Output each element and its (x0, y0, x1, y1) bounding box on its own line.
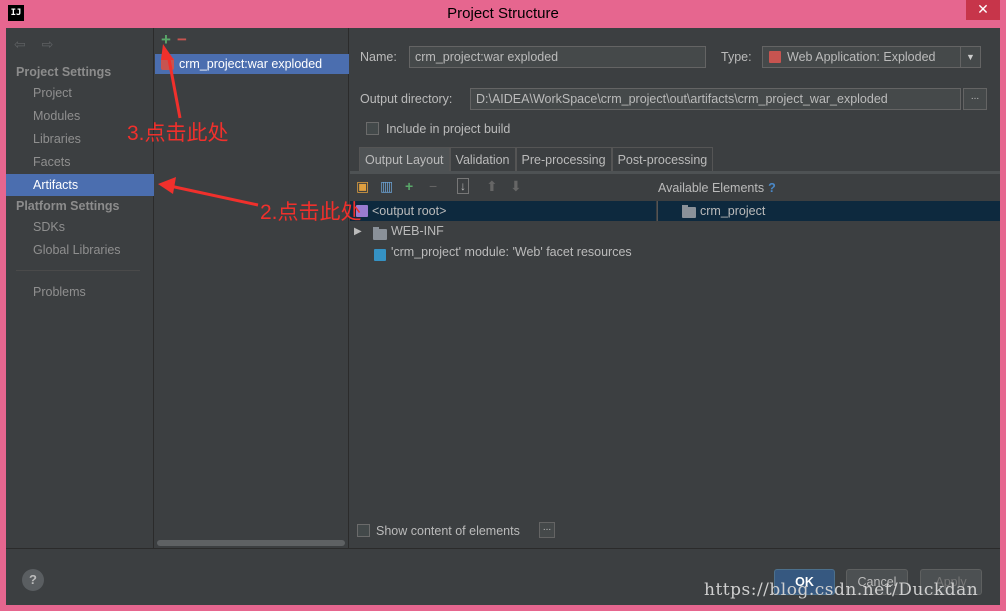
arrow-step2 (169, 184, 259, 207)
arrowhead-step3 (161, 44, 174, 60)
arrowhead-step2 (158, 177, 176, 194)
annotation-arrows (158, 44, 259, 207)
annotation-step2: 2.点击此处 (260, 201, 362, 224)
annotation-step3: 3.点击此处 (127, 122, 229, 145)
arrow-step3 (166, 53, 182, 119)
